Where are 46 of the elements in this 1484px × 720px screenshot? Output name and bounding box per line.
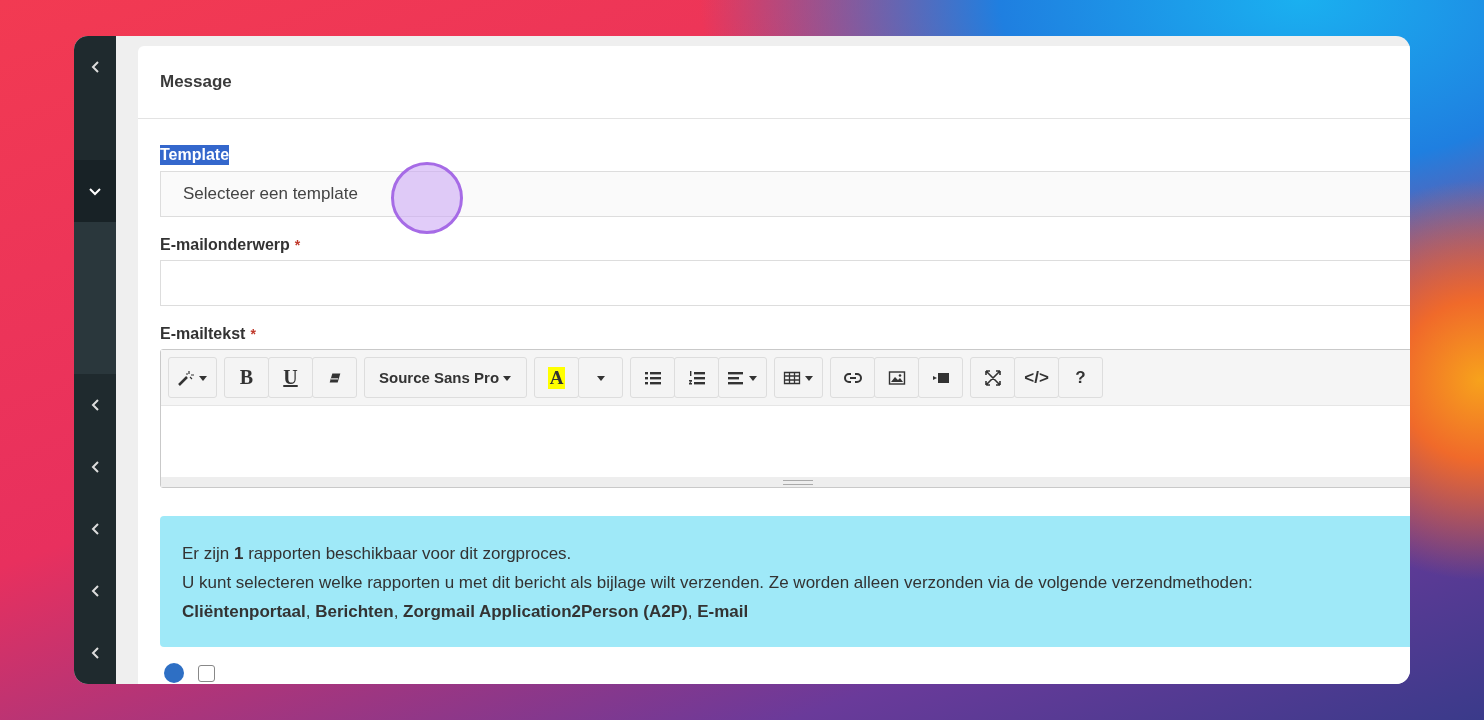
caret-icon: [748, 373, 759, 382]
chevron-left-icon: [90, 585, 100, 597]
field-label: Template: [160, 145, 230, 165]
eraser-button[interactable]: [312, 357, 357, 398]
chevron-left-icon: [90, 461, 100, 473]
fullscreen-icon: [983, 368, 1002, 387]
numbered-list-icon: [687, 368, 706, 387]
required-mark: *: [250, 326, 256, 342]
card-title: Message: [160, 72, 232, 92]
field-label: E-mailonderwerp: [160, 236, 290, 254]
video-button[interactable]: [918, 357, 964, 398]
caret-icon: [595, 373, 606, 382]
caret-icon: [804, 373, 815, 382]
info-text: Er zijn 1 rapporten beschikbaar voor dit zorgproces.: [182, 543, 573, 565]
report-checkbox[interactable]: [198, 664, 215, 682]
subject-input[interactable]: [160, 260, 1410, 306]
color-dropdown-button[interactable]: [578, 357, 624, 398]
chevron-down-icon: [89, 186, 101, 196]
align-dropdown-button[interactable]: [718, 357, 768, 398]
toolbar-button[interactable]: ?: [1058, 357, 1104, 398]
font-family-dropdown[interactable]: Source Sans Pro: [364, 357, 528, 398]
chevron-left-icon: [90, 61, 100, 73]
highlight-color-button[interactable]: A: [534, 357, 580, 398]
fullscreen-button[interactable]: [970, 357, 1016, 398]
required-mark: *: [294, 237, 301, 253]
image-button[interactable]: [874, 357, 920, 398]
chevron-left-icon: [90, 647, 100, 659]
info-text: Cliëntenportaal, Berichten, Zorgmail Application2Person (A2P), E-mail: [182, 601, 750, 623]
caret-icon: [198, 373, 208, 382]
chevron-left-icon: [90, 399, 100, 411]
info-text: U kunt selecteren welke rapporten u met dit bericht als bijlage wilt verzenden. Ze worden alleen verzonden via de volgende verzendmethoden:: [182, 572, 1254, 594]
magic-wand-button[interactable]: [168, 357, 217, 398]
link-button[interactable]: [830, 357, 876, 398]
numbered-list-button[interactable]: [674, 357, 720, 398]
chevron-left-icon: [90, 523, 100, 535]
image-icon: [887, 368, 906, 387]
table-dropdown-button[interactable]: [774, 357, 824, 398]
caret-icon: [502, 373, 513, 382]
resize-handle[interactable]: [783, 479, 813, 485]
toolbar-button[interactable]: </>: [1014, 357, 1060, 398]
bold-button[interactable]: B: [224, 357, 269, 398]
field-label: E-mailtekst: [160, 325, 246, 343]
magic-wand-icon: [177, 368, 195, 387]
bullet-list-button[interactable]: [630, 357, 676, 398]
underline-button[interactable]: U: [268, 357, 313, 398]
template-select[interactable]: Selecteer een template: [160, 171, 1410, 217]
